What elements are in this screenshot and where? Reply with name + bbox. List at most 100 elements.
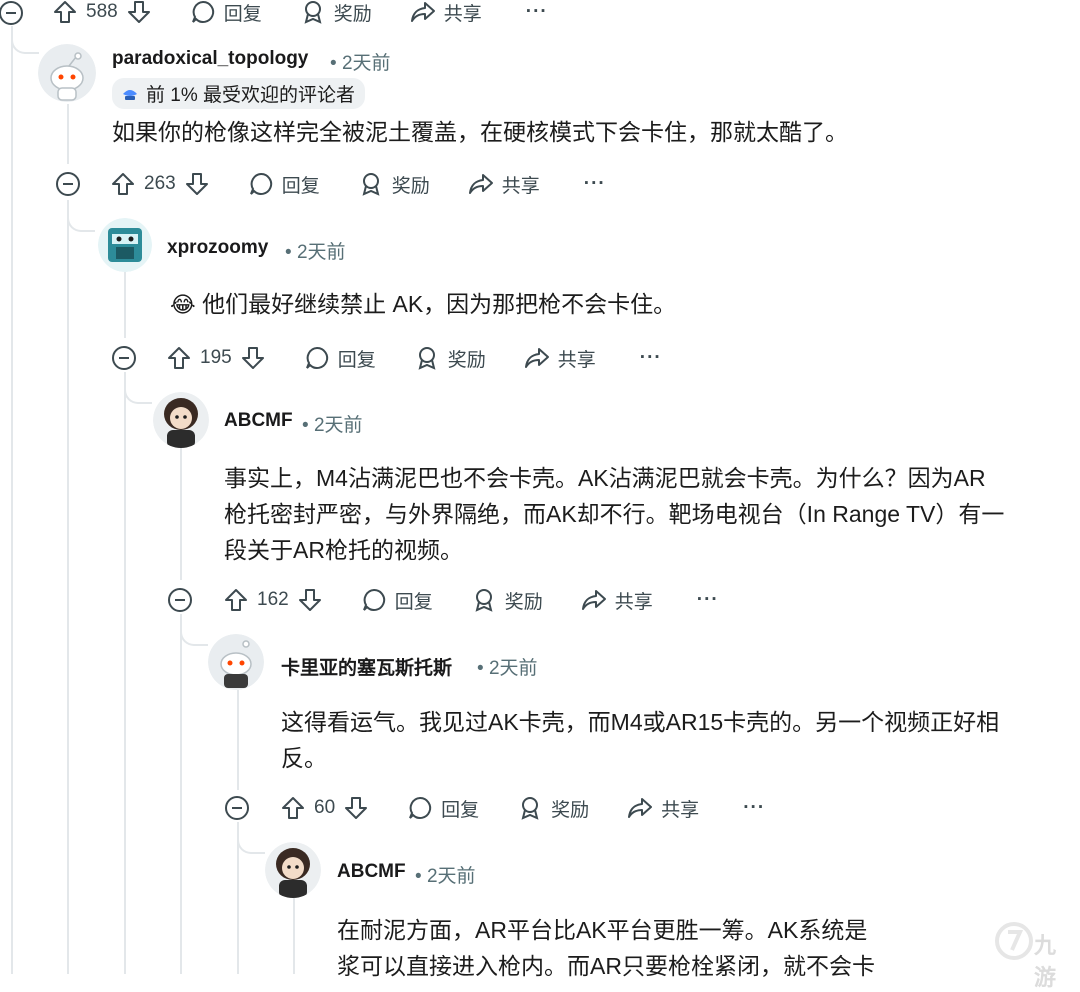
award-icon <box>418 347 436 370</box>
upvote-icon[interactable] <box>166 345 192 371</box>
comment-author[interactable]: xprozoomy <box>167 237 268 259</box>
thread-line-level-0 <box>11 26 13 974</box>
comment-timestamp: • 2天前 <box>302 415 363 436</box>
more-options-button[interactable]: ··· <box>526 1 548 23</box>
thread-line-level-5 <box>293 898 295 974</box>
upvote-icon[interactable] <box>280 795 306 821</box>
thread-connector <box>11 30 39 54</box>
award-icon <box>362 173 380 196</box>
share-button[interactable]: 共享 <box>468 171 540 198</box>
trophy-icon <box>123 89 137 100</box>
reply-button[interactable]: 回复 <box>361 587 433 614</box>
vote-count: 263 <box>144 173 176 194</box>
vote-group: 60 <box>280 795 369 821</box>
vote-count: 588 <box>86 1 118 22</box>
award-button[interactable]: 奖励 <box>300 0 372 26</box>
snoo-avatar-icon <box>208 634 264 690</box>
upvote-icon[interactable] <box>52 0 78 25</box>
thread-connector <box>124 372 152 404</box>
collapse-icon[interactable] <box>111 345 137 371</box>
comment-author[interactable]: 卡里亚的塞瓦斯托斯 <box>281 653 452 680</box>
avatar[interactable] <box>38 44 96 102</box>
vote-count: 195 <box>200 347 232 368</box>
comment-timestamp: • 2天前 <box>330 53 391 74</box>
more-options-button[interactable]: ··· <box>640 347 662 369</box>
comment-body: 😂 他们最好继续禁止 AK，因为那把枪不会卡住。 <box>170 291 677 317</box>
comment-body: 如果你的枪像这样完全被泥土覆盖，在硬核模式下会卡住，那就太酷了。 <box>112 119 848 145</box>
share-button[interactable]: 共享 <box>627 795 699 822</box>
comment-timestamp: • 2天前 <box>415 866 476 887</box>
thread-line-level-2 <box>124 272 126 338</box>
share-icon <box>581 590 606 610</box>
comment-body: 这得看运气。我见过AK卡壳，而M4或AR15卡壳的。另一个视频正好相 反。 <box>281 709 1000 771</box>
award-icon <box>304 1 322 24</box>
downvote-icon[interactable] <box>126 0 152 25</box>
collapse-icon[interactable] <box>0 0 24 26</box>
comment-author[interactable]: ABCMF <box>224 410 293 432</box>
snoo-avatar-icon <box>38 44 96 102</box>
award-icon <box>475 589 493 612</box>
downvote-icon[interactable] <box>343 795 369 821</box>
avatar[interactable] <box>265 842 321 898</box>
comment-author[interactable]: ABCMF <box>337 861 406 883</box>
comment-icon <box>362 588 385 611</box>
thread-line-level-1 <box>67 104 69 164</box>
user-flair-badge: 前 1% 最受欢迎的评论者 <box>112 78 366 109</box>
avatar[interactable] <box>98 218 152 272</box>
reply-button[interactable]: 回复 <box>190 0 262 26</box>
share-button[interactable]: 共享 <box>581 587 653 614</box>
downvote-icon[interactable] <box>297 587 323 613</box>
collapse-icon[interactable] <box>167 587 193 613</box>
share-button[interactable]: 共享 <box>410 0 482 26</box>
comment-icon <box>409 796 432 819</box>
vote-count: 162 <box>257 589 289 610</box>
robot-avatar-icon <box>98 218 152 272</box>
downvote-icon[interactable] <box>184 171 210 197</box>
vote-group: 162 <box>223 587 323 613</box>
reply-button[interactable]: 回复 <box>407 795 479 822</box>
collapse-icon[interactable] <box>55 171 81 197</box>
award-button[interactable]: 奖励 <box>358 171 430 198</box>
reply-button[interactable]: 回复 <box>304 345 376 372</box>
comment-icon <box>305 346 328 369</box>
comment-author[interactable]: paradoxical_topology <box>112 48 308 70</box>
thread-line-level-3 <box>180 448 182 580</box>
share-icon <box>628 798 653 818</box>
action-row: 162 回复 奖励 共享 ··· <box>223 580 719 620</box>
award-icon <box>521 797 539 820</box>
comment-body: 事实上，M4沾满泥巴也不会卡壳。AK沾满泥巴就会卡壳。为什么？因为AR 枪托密封… <box>224 465 1005 563</box>
share-button[interactable]: 共享 <box>524 345 596 372</box>
thread-line-level-3b <box>180 614 182 974</box>
more-options-button[interactable]: ··· <box>743 797 765 819</box>
action-row-top: 588 回复 奖励 共享 ··· <box>52 0 548 32</box>
downvote-icon[interactable] <box>240 345 266 371</box>
laughing-emoji-icon: 😂 <box>170 292 196 317</box>
avatar[interactable] <box>208 634 264 690</box>
more-options-button[interactable]: ··· <box>584 173 606 195</box>
upvote-icon[interactable] <box>110 171 136 197</box>
action-row: 263 回复 奖励 共享 ··· <box>110 164 606 204</box>
thread-line-level-1b <box>67 200 69 974</box>
thread-line-level-2b <box>124 372 126 974</box>
award-button[interactable]: 奖励 <box>414 345 486 372</box>
collapse-icon[interactable] <box>224 795 250 821</box>
reply-button[interactable]: 回复 <box>248 171 320 198</box>
comment-body: 在耐泥方面，AR平台比AK平台更胜一筹。AK系统是 浆可以直接进入枪内。而AR只… <box>337 917 875 979</box>
award-button[interactable]: 奖励 <box>517 795 589 822</box>
comment-timestamp: • 2天前 <box>285 242 346 263</box>
vote-group: 195 <box>166 345 266 371</box>
comment-icon <box>191 0 214 23</box>
more-options-button[interactable]: ··· <box>697 589 719 611</box>
avatar[interactable] <box>153 392 209 448</box>
vote-group: 588 <box>52 0 152 25</box>
upvote-icon[interactable] <box>223 587 249 613</box>
vote-group: 263 <box>110 171 210 197</box>
thread-connector <box>67 200 95 232</box>
comment-icon <box>249 172 272 195</box>
award-button[interactable]: 奖励 <box>471 587 543 614</box>
thread-connector <box>237 822 265 854</box>
character-avatar-icon <box>265 842 321 898</box>
watermark-logo: 九游 <box>994 916 1072 990</box>
thread-line-level-4 <box>237 690 239 790</box>
action-row: 60 回复 奖励 共享 ··· <box>280 788 765 828</box>
